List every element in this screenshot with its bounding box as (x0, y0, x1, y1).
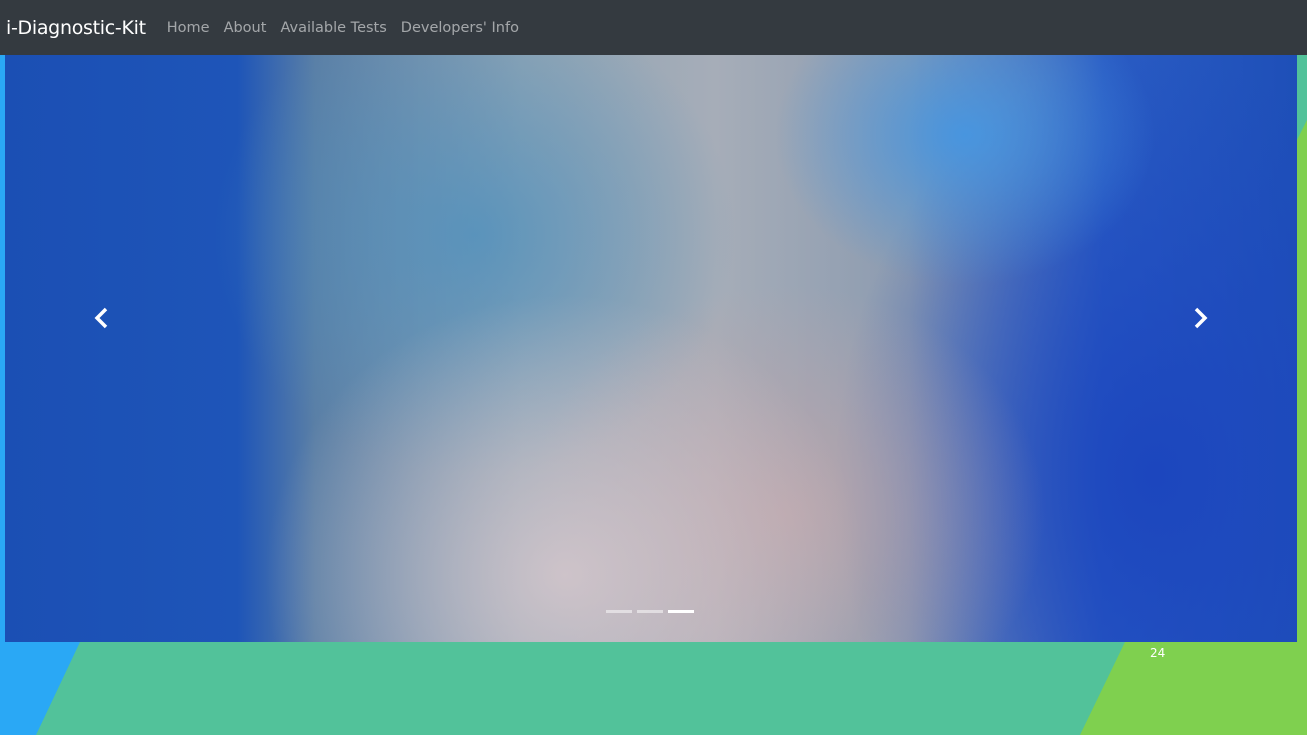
top-navbar: i-Diagnostic-Kit Home About Available Te… (0, 0, 1307, 55)
brand-logo[interactable]: i-Diagnostic-Kit (6, 17, 146, 39)
carousel-indicator-3[interactable] (668, 610, 694, 613)
hero-carousel (5, 55, 1297, 642)
carousel-prev-button[interactable] (87, 303, 117, 333)
slide-page-number: 24 (1150, 646, 1166, 660)
nav-link-available-tests[interactable]: Available Tests (280, 20, 386, 36)
carousel-next-button[interactable] (1185, 303, 1215, 333)
carousel-indicators (606, 610, 699, 613)
nav-link-about[interactable]: About (224, 20, 267, 36)
chevron-left-icon (94, 307, 108, 329)
carousel-indicator-1[interactable] (606, 610, 632, 613)
chevron-right-icon (1194, 307, 1208, 329)
nav-link-developers-info[interactable]: Developers' Info (401, 20, 519, 36)
nav-link-home[interactable]: Home (167, 20, 210, 36)
carousel-indicator-2[interactable] (637, 610, 663, 613)
